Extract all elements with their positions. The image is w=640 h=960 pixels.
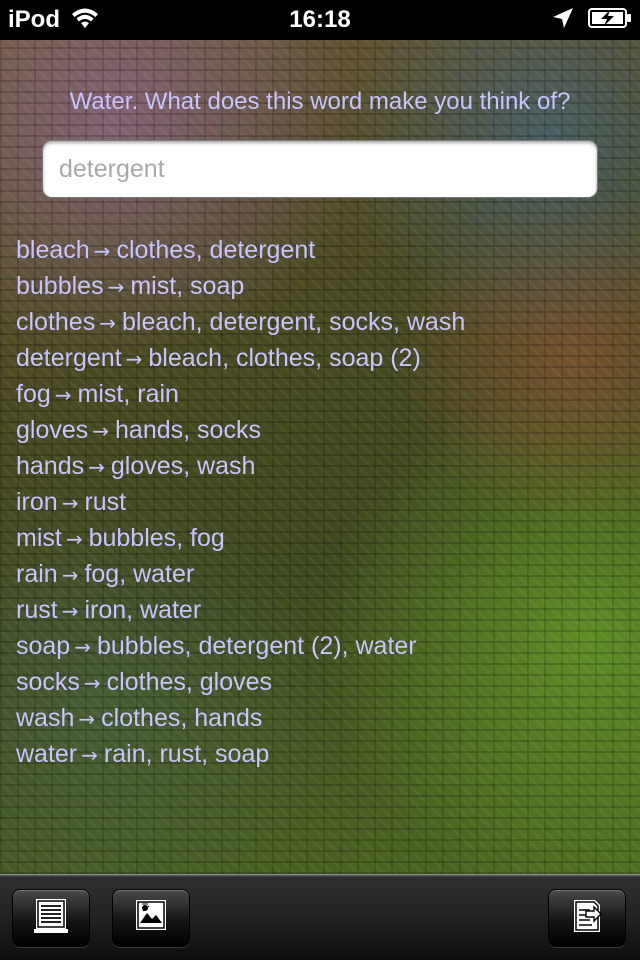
association-item: rust → iron, water [16,592,465,628]
association-item: iron → rust [16,484,465,520]
association-related-words: bubbles, fog [88,524,225,552]
association-item: wash → clothes, hands [16,700,465,736]
association-word: water [16,740,78,768]
right-arrow-icon: → [61,599,79,623]
right-arrow-icon: → [99,311,116,335]
battery-charging-icon [588,7,632,34]
status-bar: iPod 16:18 [0,0,640,40]
association-item: rain → fog, water [16,556,465,592]
association-word: gloves [16,416,89,444]
association-word: socks [16,668,80,696]
word-list-button[interactable] [12,889,90,947]
association-item: detergent → bleach, clothes, soap (2) [16,340,465,376]
association-related-words: clothes, gloves [106,668,273,696]
association-related-words: bleach, detergent, socks, wash [121,308,466,336]
association-word: mist [16,524,62,552]
association-item: mist → bubbles, fog [16,520,465,556]
word-input[interactable] [43,141,597,197]
picture-button[interactable] [112,889,190,947]
association-item: water → rain, rust, soap [16,736,465,772]
association-item: gloves → hands, socks [16,412,465,448]
association-word: wash [16,704,75,732]
association-word: detergent [16,344,122,372]
status-right [552,6,632,34]
association-word: fog [16,380,51,408]
association-related-words: clothes, detergent [116,236,316,264]
clock: 16:18 [289,6,351,33]
right-arrow-icon: → [107,275,125,299]
association-related-words: mist, soap [130,272,245,300]
association-item: fog → mist, rain [16,376,465,412]
right-arrow-icon: → [81,743,98,767]
right-arrow-icon: → [93,239,111,263]
right-arrow-icon: → [83,671,101,695]
association-related-words: bleach, clothes, soap (2) [148,344,421,372]
right-arrow-icon: → [61,491,79,515]
word-input-field[interactable] [42,140,598,198]
association-word: clothes [16,308,96,336]
association-item: bubbles → mist, soap [16,268,465,304]
export-button[interactable] [548,889,626,947]
right-arrow-icon: → [54,383,72,407]
association-item: socks → clothes, gloves [16,664,465,700]
association-item: soap → bubbles, detergent (2), water [16,628,465,664]
bottom-toolbar [0,874,640,960]
association-related-words: gloves, wash [110,452,256,480]
right-arrow-icon: → [125,347,143,371]
right-arrow-icon: → [65,527,83,551]
association-list: bleach → clothes, detergent bubbles → mist, s… [16,232,465,772]
right-arrow-icon: → [74,635,91,659]
right-arrow-icon: → [78,707,96,731]
association-related-words: rust [84,488,127,516]
right-arrow-icon: → [88,455,105,479]
right-arrow-icon: → [92,419,110,443]
association-item: clothes → bleach, detergent, socks, wash [16,304,465,340]
list-document-icon [32,897,70,940]
association-word: rust [16,596,58,624]
picture-icon [132,897,170,940]
main-content: Water. What does this word make you thin… [0,40,640,874]
association-word: soap [16,632,71,660]
association-related-words: rain, rust, soap [103,740,270,768]
prompt-text: Water. What does this word make you thin… [69,88,571,115]
association-item: hands → gloves, wash [16,448,465,484]
association-related-words: iron, water [84,596,202,624]
association-word: rain [16,560,58,588]
association-related-words: hands, socks [115,416,261,444]
association-related-words: mist, rain [77,380,179,408]
association-word: iron [16,488,58,516]
association-word: hands [16,452,85,480]
association-related-words: fog, water [84,560,195,588]
location-arrow-icon [552,7,574,34]
association-related-words: clothes, hands [101,704,263,732]
association-item: bleach → clothes, detergent [16,232,465,268]
association-word: bubbles [16,272,104,300]
right-arrow-icon: → [61,563,79,587]
association-word: bleach [16,236,90,264]
association-related-words: bubbles, detergent (2), water [96,632,417,660]
export-document-icon [568,897,606,940]
